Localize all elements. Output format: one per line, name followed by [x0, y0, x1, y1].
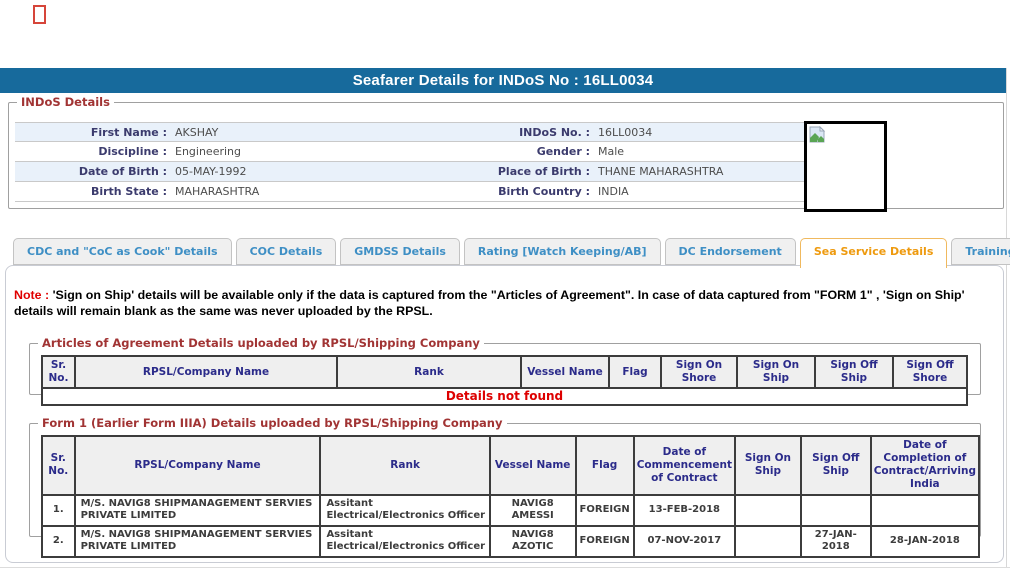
table-cell: 2. — [42, 526, 75, 557]
column-header: Sign Off Shore — [893, 356, 967, 388]
field-label: Discipline : — [15, 145, 167, 158]
column-header: Vessel Name — [521, 356, 609, 388]
tab-dc-endorsement[interactable]: DC Endorsement — [665, 238, 796, 265]
table-header-row: Sr. No.RPSL/Company NameRankVessel NameF… — [42, 356, 967, 388]
broken-image-icon — [809, 126, 826, 143]
field-value: MAHARASHTRA — [167, 185, 483, 198]
table-cell — [735, 495, 801, 526]
tab-coc-details[interactable]: COC Details — [236, 238, 337, 265]
table-cell: FOREIGN — [576, 526, 634, 557]
indos-row: First Name :AKSHAYINDoS No. :16LL0034 — [15, 122, 805, 142]
column-header: Date of Completion of Contract/Arriving … — [871, 436, 979, 495]
indos-row: Date of Birth :05-MAY-1992Place of Birth… — [15, 162, 805, 182]
table-cell: Assitant Electrical/Electronics Officer — [320, 495, 489, 526]
page: Seafarer Details for INDoS No : 16LL0034… — [0, 0, 1010, 570]
field-value: Male — [590, 145, 805, 158]
table-cell: M/S. NAVIG8 SHIPMANAGEMENT SERVIES PRIVA… — [75, 495, 321, 526]
empty-message: Details not found — [42, 388, 967, 405]
field-value: AKSHAY — [167, 126, 483, 139]
form1-legend: Form 1 (Earlier Form IIIA) Details uploa… — [38, 416, 507, 430]
column-header: Rank — [320, 436, 489, 495]
indos-row: Discipline :EngineeringGender :Male — [15, 142, 805, 162]
column-header: Sign On Ship — [735, 436, 801, 495]
table-cell: 27-JAN-2018 — [801, 526, 871, 557]
table-cell: 28-JAN-2018 — [871, 526, 979, 557]
tab-rating-watch-keeping-ab[interactable]: Rating [Watch Keeping/AB] — [464, 238, 661, 265]
page-title: Seafarer Details for INDoS No : 16LL0034 — [0, 68, 1006, 93]
articles-of-agreement-legend: Articles of Agreement Details uploaded b… — [38, 336, 484, 350]
page-bottom-border — [0, 567, 1010, 568]
table-row: 1.M/S. NAVIG8 SHIPMANAGEMENT SERVIES PRI… — [42, 495, 979, 526]
field-label: Gender : — [483, 145, 590, 158]
field-value: THANE MAHARASHTRA — [590, 165, 805, 178]
note-body: 'Sign on Ship' details will be available… — [14, 288, 965, 318]
articles-of-agreement-section: Articles of Agreement Details uploaded b… — [29, 336, 981, 395]
column-header: Flag — [576, 436, 634, 495]
tab-gmdss-details[interactable]: GMDSS Details — [340, 238, 460, 265]
table-row: 2.M/S. NAVIG8 SHIPMANAGEMENT SERVIES PRI… — [42, 526, 979, 557]
field-value: INDIA — [590, 185, 805, 198]
tab-training-details[interactable]: Training Details — [951, 238, 1010, 265]
field-label: Birth State : — [15, 185, 167, 198]
tab-content-panel: Note : 'Sign on Ship' details will be av… — [5, 265, 1004, 563]
indos-details-section: INDoS Details First Name :AKSHAYINDoS No… — [8, 95, 1004, 209]
field-label: INDoS No. : — [483, 126, 590, 139]
tab-sea-service-details[interactable]: Sea Service Details — [800, 238, 948, 268]
tab-cdc-and-coc-as-cook-details[interactable]: CDC and "CoC as Cook" Details — [13, 238, 232, 265]
column-header: Sign On Ship — [737, 356, 815, 388]
table-cell: NAVIG8 AMESSI — [490, 495, 576, 526]
field-value: 16LL0034 — [590, 126, 805, 139]
empty-row: Details not found — [42, 388, 967, 405]
articles-of-agreement-table: Sr. No.RPSL/Company NameRankVessel NameF… — [41, 355, 968, 406]
table-cell: M/S. NAVIG8 SHIPMANAGEMENT SERVIES PRIVA… — [75, 526, 321, 557]
column-header: Rank — [337, 356, 521, 388]
indos-row: Birth State :MAHARASHTRABirth Country :I… — [15, 182, 805, 202]
column-header: RPSL/Company Name — [75, 436, 321, 495]
column-header: Sr. No. — [42, 436, 75, 495]
column-header: Vessel Name — [490, 436, 576, 495]
table-cell — [735, 526, 801, 557]
field-label: First Name : — [15, 126, 167, 139]
indos-details-legend: INDoS Details — [17, 95, 114, 109]
column-header: Sr. No. — [42, 356, 75, 388]
table-cell — [871, 495, 979, 526]
table-header-row: Sr. No.RPSL/Company NameRankVessel NameF… — [42, 436, 979, 495]
note-prefix: Note : — [14, 288, 49, 302]
column-header: RPSL/Company Name — [75, 356, 337, 388]
table-cell: NAVIG8 AZOTIC — [490, 526, 576, 557]
field-value: Engineering — [167, 145, 483, 158]
table-cell: 13-FEB-2018 — [634, 495, 735, 526]
column-header: Sign Off Ship — [801, 436, 871, 495]
form1-section: Form 1 (Earlier Form IIIA) Details uploa… — [29, 416, 981, 537]
column-header: Sign Off Ship — [815, 356, 893, 388]
column-header: Sign On Shore — [661, 356, 737, 388]
table-cell: Assitant Electrical/Electronics Officer — [320, 526, 489, 557]
table-cell: FOREIGN — [576, 495, 634, 526]
table-cell — [801, 495, 871, 526]
field-value: 05-MAY-1992 — [167, 165, 483, 178]
field-label: Place of Birth : — [483, 165, 590, 178]
column-header: Date of Commencement of Contract — [634, 436, 735, 495]
seafarer-photo-box — [804, 121, 887, 212]
field-label: Date of Birth : — [15, 165, 167, 178]
field-label: Birth Country : — [483, 185, 590, 198]
note-text: Note : 'Sign on Ship' details will be av… — [14, 287, 1000, 320]
table-cell: 07-NOV-2017 — [634, 526, 735, 557]
indos-details-rows: First Name :AKSHAYINDoS No. :16LL0034Dis… — [15, 122, 805, 202]
page-right-border — [1006, 68, 1007, 568]
broken-image-icon — [33, 5, 46, 24]
table-cell: 1. — [42, 495, 75, 526]
column-header: Flag — [609, 356, 661, 388]
tab-bar: CDC and "CoC as Cook" DetailsCOC Details… — [13, 238, 1010, 268]
form1-table: Sr. No.RPSL/Company NameRankVessel NameF… — [41, 435, 980, 558]
